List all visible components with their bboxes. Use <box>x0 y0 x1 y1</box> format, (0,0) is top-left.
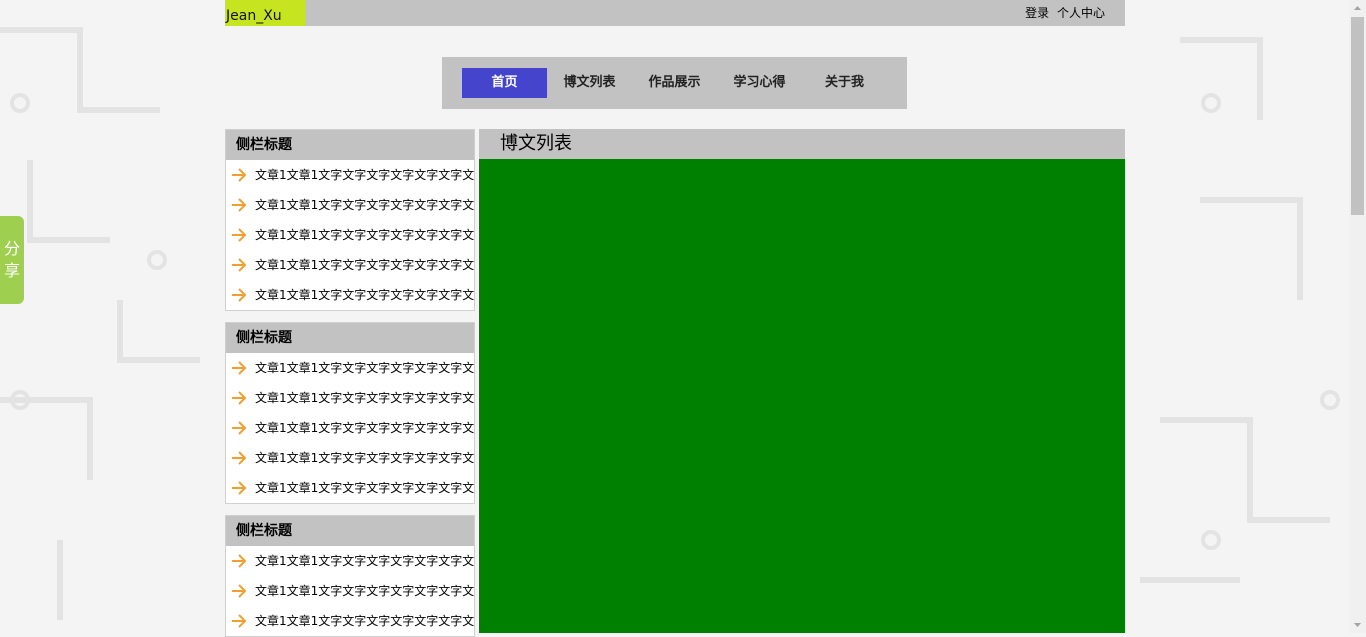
article-title: 文章1文章1文字文字文字文字文字文字文 <box>255 481 474 495</box>
article-title: 文章1文章1文字文字文字文字文字文字文 <box>255 421 474 435</box>
article-link[interactable]: 文章1文章1文字文字文字文字文字文字文 <box>226 576 474 606</box>
article-link[interactable]: 文章1文章1文字文字文字文字文字文字文 <box>226 353 474 383</box>
share-label: 分享 <box>4 239 21 280</box>
article-link[interactable]: 文章1文章1文字文字文字文字文字文字文 <box>226 190 474 220</box>
article-title: 文章1文章1文字文字文字文字文字文字文 <box>255 258 474 272</box>
arrow-right-icon <box>232 288 247 302</box>
article-title: 文章1文章1文字文字文字文字文字文字文 <box>255 391 474 405</box>
article-link[interactable]: 文章1文章1文字文字文字文字文字文字文 <box>226 546 474 576</box>
article-link[interactable]: 文章1文章1文字文字文字文字文字文字文 <box>226 160 474 190</box>
article-title: 文章1文章1文字文字文字文字文字文字文 <box>255 228 474 242</box>
site-brand[interactable]: Jean_Xu <box>225 0 305 26</box>
article-link[interactable]: 文章1文章1文字文字文字文字文字文字文 <box>226 220 474 250</box>
arrow-right-icon <box>232 451 247 465</box>
widget-title: 侧栏标题 <box>226 130 474 160</box>
article-title: 文章1文章1文字文字文字文字文字文字文 <box>255 451 474 465</box>
article-title: 文章1文章1文字文字文字文字文字文字文 <box>255 361 474 375</box>
article-link[interactable]: 文章1文章1文字文字文字文字文字文字文 <box>226 250 474 280</box>
nav-item-about[interactable]: 关于我 <box>802 68 887 98</box>
sidebar-widget: 侧栏标题 文章1文章1文字文字文字文字文字文字文 文章1文章1文字文字文字文字文… <box>225 129 475 311</box>
article-title: 文章1文章1文字文字文字文字文字文字文 <box>255 168 474 182</box>
sidebar-widget: 侧栏标题 文章1文章1文字文字文字文字文字文字文 文章1文章1文字文字文字文字文… <box>225 515 475 637</box>
scroll-down-icon[interactable] <box>1349 616 1366 633</box>
widget-title: 侧栏标题 <box>226 323 474 353</box>
main-nav: 首页 博文列表 作品展示 学习心得 关于我 <box>442 57 907 109</box>
article-link[interactable]: 文章1文章1文字文字文字文字文字文字文 <box>226 413 474 443</box>
nav-item-study-notes[interactable]: 学习心得 <box>717 68 802 98</box>
article-link[interactable]: 文章1文章1文字文字文字文字文字文字文 <box>226 280 474 310</box>
nav-item-blog-list[interactable]: 博文列表 <box>547 68 632 98</box>
scroll-up-icon[interactable] <box>1349 0 1366 17</box>
top-links: 登录 个人中心 <box>1021 0 1105 26</box>
widget-title: 侧栏标题 <box>226 516 474 546</box>
arrow-right-icon <box>232 481 247 495</box>
share-button[interactable]: 分享 <box>0 216 24 304</box>
arrow-right-icon <box>232 391 247 405</box>
arrow-right-icon <box>232 168 247 182</box>
article-title: 文章1文章1文字文字文字文字文字文字文 <box>255 288 474 302</box>
article-title: 文章1文章1文字文字文字文字文字文字文 <box>255 198 474 212</box>
arrow-right-icon <box>232 258 247 272</box>
arrow-right-icon <box>232 584 247 598</box>
page-title: 博文列表 <box>479 129 1125 159</box>
arrow-right-icon <box>232 228 247 242</box>
page-scrollbar[interactable] <box>1349 0 1366 633</box>
article-link[interactable]: 文章1文章1文字文字文字文字文字文字文 <box>226 443 474 473</box>
main-content: 博文列表 <box>479 129 1125 633</box>
article-link[interactable]: 文章1文章1文字文字文字文字文字文字文 <box>226 473 474 503</box>
scroll-thumb[interactable] <box>1351 17 1364 215</box>
arrow-right-icon <box>232 421 247 435</box>
arrow-right-icon <box>232 198 247 212</box>
article-link[interactable]: 文章1文章1文字文字文字文字文字文字文 <box>226 606 474 636</box>
article-title: 文章1文章1文字文字文字文字文字文字文 <box>255 554 474 568</box>
article-title: 文章1文章1文字文字文字文字文字文字文 <box>255 584 474 598</box>
arrow-right-icon <box>232 554 247 568</box>
article-title: 文章1文章1文字文字文字文字文字文字文 <box>255 614 474 628</box>
top-bar: Jean_Xu 登录 个人中心 <box>225 0 1125 26</box>
user-center-link[interactable]: 个人中心 <box>1057 6 1105 20</box>
nav-item-home[interactable]: 首页 <box>462 68 547 98</box>
arrow-right-icon <box>232 614 247 628</box>
sidebar-widget: 侧栏标题 文章1文章1文字文字文字文字文字文字文 文章1文章1文字文字文字文字文… <box>225 322 475 504</box>
article-link[interactable]: 文章1文章1文字文字文字文字文字文字文 <box>226 383 474 413</box>
login-link[interactable]: 登录 <box>1025 6 1049 20</box>
arrow-right-icon <box>232 361 247 375</box>
nav-item-works[interactable]: 作品展示 <box>632 68 717 98</box>
content-area <box>479 159 1125 633</box>
